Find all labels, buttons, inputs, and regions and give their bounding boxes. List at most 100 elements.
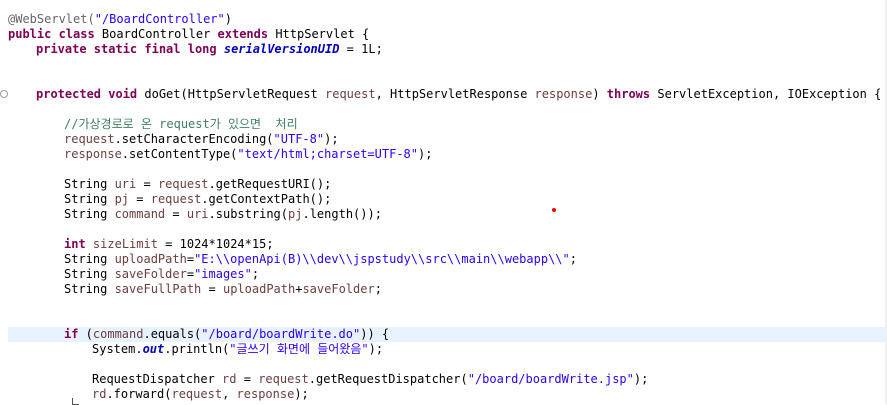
code-text: ); [324,132,339,146]
code-text: .getRequestURI(); [208,177,332,191]
code-text: String [64,267,115,281]
keyword: public class [8,27,95,41]
code-line-9: response.setContentType("text/html;chars… [8,147,887,162]
code-text: ); [418,147,433,161]
code-text: = 1024*1024*15; [157,237,274,251]
string-literal: "/BoardController" [94,12,225,26]
keyword: throws [606,87,651,101]
local-variable: uri [186,207,209,221]
code-line-17: String saveFolder="images"; [8,267,887,282]
parameter: request [325,87,376,101]
code-text: = [201,282,223,296]
parameter: response [534,87,593,101]
code-text: ); [633,372,649,386]
code-line-7: //가상경로로 온 request가 있으면 처리 [8,117,887,132]
local-variable: pj [288,207,303,221]
parameter: response [64,147,122,161]
string-literal: "/board/boardWrite.jsp" [467,372,634,386]
breakpoint-marker-icon [552,208,556,212]
local-variable: saveFullPath [114,282,202,296]
code-text: doGet(HttpServletRequest [137,87,325,101]
parameter: request [258,372,309,386]
code-text: .getContextPath(); [201,192,332,206]
fold-collapse-icon[interactable] [0,90,8,98]
keyword: private static final long [36,42,217,56]
static-field: serialVersionUID [223,42,340,56]
code-editor[interactable]: @WebServlet("/BoardController") public c… [8,0,887,405]
code-text: String [64,207,115,221]
code-text: String [64,282,115,296]
code-line-2: public class BoardController extends Htt… [8,27,887,42]
code-text: .length()); [302,207,382,221]
keyword: extends [217,27,269,41]
keyword: int [64,237,86,251]
code-text: BoardController [94,27,218,41]
string-literal: "text/html;charset=UTF-8" [237,147,419,161]
code-text: .substring( [208,207,289,221]
code-line-3: private static final long serialVersionU… [8,42,887,57]
local-variable: sizeLimit [92,237,158,251]
code-text: .setCharacterEncoding( [114,132,274,146]
local-variable: rd [222,372,237,386]
keyword: if [64,327,79,341]
code-text: = [186,252,195,266]
string-literal: "글쓰기 화면에 들어왔음" [229,342,369,356]
string-literal: "/board/boardWrite.do" [201,327,361,341]
string-literal: "E:\\openApi(B)\\dev\\jspstudy\\src\\mai… [194,252,570,266]
keyword: protected void [36,87,138,101]
code-text: .equals( [143,327,202,341]
local-variable: saveFolder [114,267,187,281]
local-variable: command [114,207,166,221]
code-text: String [64,192,115,206]
code-text: RequestDispatcher [92,372,223,386]
code-text: = [136,177,158,191]
comment: //가상경로로 온 request가 있으면 처리 [64,117,298,131]
parameter: request [157,177,209,191]
code-text: ); [368,342,384,356]
string-literal: "images" [194,267,252,281]
local-variable: saveFolder [302,282,375,296]
code-line-18: String saveFullPath = uploadPath+saveFol… [8,282,887,297]
code-text: = [165,207,187,221]
code-text: = 1L; [339,42,383,56]
code-text: , [222,387,237,401]
annotation: @WebServlet( [8,12,95,26]
code-text: ; [251,267,260,281]
code-line-12: String pj = request.getContextPath(); [8,192,887,207]
string-literal: "UTF-8" [273,132,325,146]
code-text: ); [294,387,309,401]
code-text: HttpServlet { [268,27,370,41]
code-line-22: System.out.println("글쓰기 화면에 들어왔음"); [8,342,887,357]
local-variable: uri [114,177,137,191]
code-text: ) [592,87,607,101]
code-line-13: String command = uri.substring(pj.length… [8,207,887,222]
parameter: request [171,387,223,401]
code-text: .getRequestDispatcher( [308,372,468,386]
parameter: request [64,132,115,146]
code-text: )) { [360,327,390,341]
code-text: = [129,192,151,206]
code-text: System. [92,342,143,356]
code-text: .forward( [106,387,172,401]
code-text: = [236,372,259,386]
editor-gutter [0,0,8,404]
code-line-21: if (command.equals("/board/boardWrite.do… [8,327,887,342]
local-variable: pj [114,192,130,206]
code-line-25: rd.forward(request, response); [8,387,887,402]
code-line-1: @WebServlet("/BoardController") [8,12,887,27]
code-text: ) [224,12,232,26]
code-text: .println( [164,342,230,356]
code-text: ServletException, IOException { [650,87,882,101]
code-text: String [64,252,115,266]
code-line-11: String uri = request.getRequestURI(); [8,177,887,192]
code-text: .setContentType( [121,147,238,161]
local-variable: uploadPath [114,252,187,266]
code-text: , HttpServletResponse [375,87,535,101]
parameter: response [236,387,295,401]
code-line-15: int sizeLimit = 1024*1024*15; [8,237,887,252]
code-text: ( [78,327,93,341]
code-text: = [186,267,195,281]
code-line-16: String uploadPath="E:\\openApi(B)\\dev\\… [8,252,887,267]
static-field: out [142,342,165,356]
